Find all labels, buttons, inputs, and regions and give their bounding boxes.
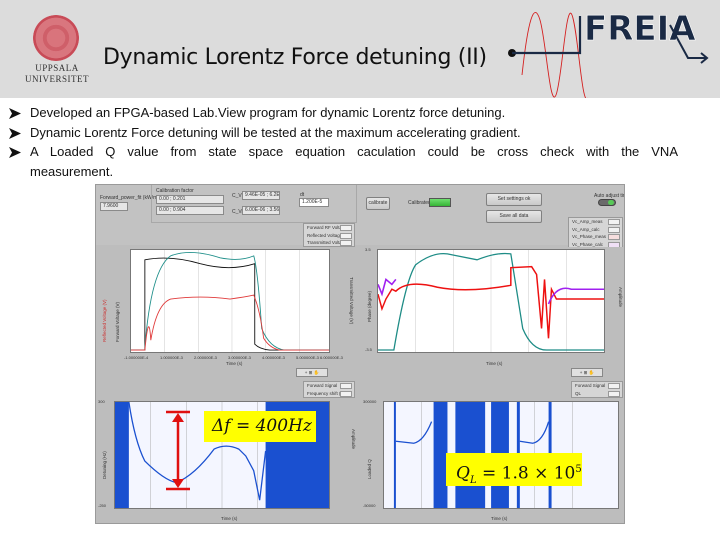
c-vr-field[interactable]: 6.00E-06 ; 3.56E-05 <box>242 206 280 215</box>
detuning-legend: Forward Signal Frequency shift (Hz) <box>303 381 355 398</box>
legend-item: QL <box>572 390 622 398</box>
amplitude-axis-title: Amplitude <box>618 287 623 308</box>
y-tick-label: -250 <box>98 503 107 508</box>
rf-voltage-plot[interactable] <box>130 249 330 353</box>
amplitude-axis-title: Amplitude <box>351 429 356 450</box>
phase-calc-trace-2 <box>547 287 604 305</box>
calibrated-indicator-led <box>429 198 451 207</box>
uppsala-university-logo: UPPSALA UNIVERSITET <box>16 12 98 85</box>
bullet-text: Dynamic Lorentz Force detuning will be t… <box>30 124 521 140</box>
detuning-range-arrow-icon <box>166 410 190 491</box>
auto-adjust-toggle[interactable] <box>598 199 616 206</box>
x-axis-title: Time (s) <box>491 516 508 521</box>
dt-field[interactable]: 1.200E-5 <box>299 198 329 207</box>
noise-band <box>115 402 129 508</box>
legend-swatch-icon <box>608 383 620 389</box>
legend-swatch-icon <box>608 219 620 225</box>
arrow-bullet-icon <box>9 127 21 139</box>
legend-swatch-icon <box>340 240 352 246</box>
phase-calc-trace <box>378 278 397 297</box>
legend-swatch-icon <box>608 226 620 233</box>
slide-header: UPPSALA UNIVERSITET Dynamic Lorentz Forc… <box>0 0 720 98</box>
phase-axis-title: Phase (degree) <box>367 290 372 322</box>
calibrate-button[interactable]: calibrate <box>366 197 390 210</box>
legend-item: Frequency shift (Hz) <box>304 390 354 398</box>
university-seal-icon <box>33 15 79 61</box>
x-tick-label: 2.000000E-3 <box>194 355 217 360</box>
grid-lines <box>164 250 300 352</box>
save-settings-button[interactable]: Set settings ok <box>486 193 542 206</box>
university-name-line1: UPPSALA <box>35 63 79 73</box>
university-name-line2: UNIVERSITET <box>25 74 89 84</box>
legend-item: Forward RF Voltage <box>304 224 354 232</box>
y-tick-label: 3.5 <box>365 247 371 252</box>
x-tick-label: -1.000000E-4 <box>124 355 149 360</box>
loaded-q-trace <box>519 421 550 444</box>
freia-line-icon <box>512 16 582 55</box>
y-tick-label: -50000 <box>363 503 376 508</box>
detuning-axis-title: Detuning (Hz) <box>102 451 107 479</box>
noise-band <box>393 402 396 508</box>
forward-power-field[interactable]: 7.9600 <box>100 202 128 211</box>
bullet-item: A Loaded Q value from state space equati… <box>8 142 678 181</box>
bullet-item: Developed an FPGA-based Lab.View program… <box>8 103 678 123</box>
legend-swatch-icon <box>340 225 352 231</box>
bullet-list: Developed an FPGA-based Lab.View program… <box>8 103 678 181</box>
bullet-item: Dynamic Lorentz Force detuning will be t… <box>8 123 678 143</box>
loaded-q-axis-title: Loaded Q <box>367 459 372 479</box>
cavity-voltage-graph-panel: Phase (degree) Amplitude 3.5 -3.5 Time (… <box>361 247 624 379</box>
y-tick-label: 300000 <box>363 399 377 404</box>
university-name: UPPSALA UNIVERSITET <box>16 63 98 85</box>
slide-title: Dynamic Lorentz Force detuning (II) <box>103 45 487 70</box>
legend-item: Vc_Phase_meas <box>569 233 622 241</box>
forward-axis-title: Forward Voltage (V) <box>115 301 120 342</box>
save-data-button[interactable]: Save all data <box>486 210 542 223</box>
arrow-bullet-icon <box>9 108 21 119</box>
x-axis-title: Time (s) <box>486 361 503 366</box>
legend-item: Vc_Amp_calc <box>569 226 622 234</box>
y-tick-label: 300 <box>98 399 105 404</box>
loaded-q-annotation: QL = 1.8 × 105 <box>446 453 582 486</box>
cavity-voltage-plot[interactable] <box>377 249 605 353</box>
legend-swatch-icon <box>340 383 352 389</box>
cavity-voltage-legend: Vc_Amp_meas Vc_Amp_calc Vc_Phase_meas Vc… <box>568 217 623 249</box>
calibration-label: Calibration factor <box>156 188 194 194</box>
rf-voltage-graph-panel: Reflected Voltage (V) Forward Voltage (V… <box>96 247 358 379</box>
transmitted-axis-title: Transmitted Voltage (V) <box>349 277 354 325</box>
x-tick-label: 5.000000E-3 <box>296 355 319 360</box>
x-tick-label: 3.000000E-3 <box>228 355 251 360</box>
x-axis-title: Time (s) <box>221 516 238 521</box>
c-vf-field[interactable]: 9.46E-05 ; 6.2E-05 <box>242 191 280 200</box>
legend-swatch-icon <box>608 234 620 240</box>
x-axis-title: Time (s) <box>226 361 243 366</box>
bullet-text: A Loaded Q value from state space equati… <box>30 144 678 179</box>
y-tick-label: -3.5 <box>365 347 372 352</box>
legend-item: Forward Signal <box>572 382 622 390</box>
labview-control-area: Forward_power_fit (kW/m) 7.9600 Calibrat… <box>96 185 624 245</box>
freia-sine-wave-icon <box>521 12 588 98</box>
legend-swatch-icon <box>608 390 620 397</box>
legend-item: Transmitted Voltage <box>304 239 354 247</box>
calibration-field-2[interactable]: 0.00 ; 0.904 <box>156 206 224 215</box>
reflected-axis-title: Reflected Voltage (V) <box>102 299 107 342</box>
x-tick-label: 1.000000E-3 <box>160 355 183 360</box>
legend-item: Forward Signal <box>304 382 354 390</box>
x-tick-label: 4.000000E-3 <box>262 355 285 360</box>
arrow-bullet-icon <box>9 147 21 158</box>
calibration-field-1[interactable]: 0.00 ; 0.201 <box>156 195 224 204</box>
bullet-text: Developed an FPGA-based Lab.View program… <box>30 105 506 120</box>
legend-swatch-icon <box>340 390 352 397</box>
graph-palette-toolbar[interactable]: + ⊞ ✋ <box>296 368 328 377</box>
legend-item: Vc_Amp_meas <box>569 218 622 226</box>
loaded-q-legend: Forward Signal QL <box>571 381 623 398</box>
loaded-q-trace <box>395 421 433 444</box>
legend-swatch-icon <box>340 232 352 239</box>
rf-voltage-legend: Forward RF Voltage Reflected Voltage Tra… <box>303 223 355 247</box>
freia-logo: FREIA <box>508 9 709 98</box>
x-tick-label: 6.000000E-3 <box>320 355 343 360</box>
detuning-annotation: Δf = 400Hz <box>204 411 316 442</box>
legend-item: Reflected Voltage <box>304 232 354 240</box>
graph-palette-toolbar[interactable]: + ⊞ ✋ <box>571 368 603 377</box>
